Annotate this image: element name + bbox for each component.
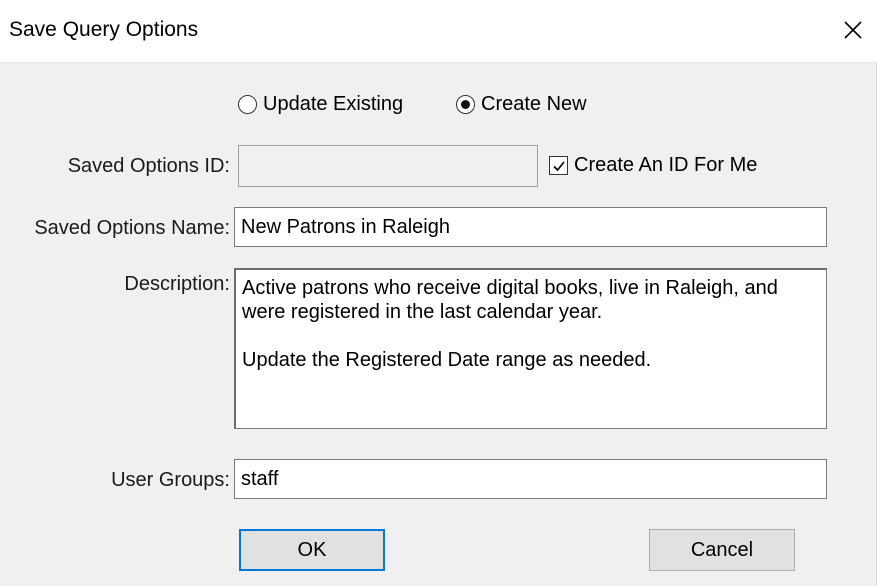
save-query-options-dialog: Save Query Options Update Existing Creat…: [0, 0, 877, 586]
description-textarea[interactable]: Active patrons who receive digital books…: [234, 268, 827, 429]
radio-indicator-create-new: [456, 95, 475, 114]
user-groups-input[interactable]: [234, 459, 827, 499]
create-new-label: Create New: [481, 93, 587, 115]
update-existing-label: Update Existing: [263, 93, 404, 115]
user-groups-label: User Groups:: [111, 469, 230, 491]
saved-options-id-label: Saved Options ID:: [67, 155, 230, 177]
description-label: Description:: [124, 273, 230, 295]
ok-button[interactable]: OK: [239, 529, 385, 571]
radio-indicator-update-existing: [238, 95, 257, 114]
create-new-radio[interactable]: Create New: [456, 93, 587, 116]
close-icon: [844, 21, 862, 39]
checkmark-icon: [552, 160, 565, 171]
saved-options-name-label: Saved Options Name:: [34, 217, 230, 239]
saved-options-id-input[interactable]: [238, 145, 538, 187]
saved-options-name-input[interactable]: [234, 207, 827, 247]
update-existing-radio[interactable]: Update Existing: [238, 93, 403, 116]
create-id-label: Create An ID For Me: [574, 154, 758, 176]
dialog-body: Update Existing Create New Saved Options…: [0, 62, 876, 586]
title-bar: Save Query Options: [0, 0, 877, 62]
cancel-button[interactable]: Cancel: [649, 529, 795, 571]
create-id-checkbox[interactable]: Create An ID For Me: [549, 154, 757, 177]
checkbox-indicator: [549, 156, 568, 175]
close-button[interactable]: [833, 10, 873, 50]
dialog-title: Save Query Options: [9, 18, 199, 41]
